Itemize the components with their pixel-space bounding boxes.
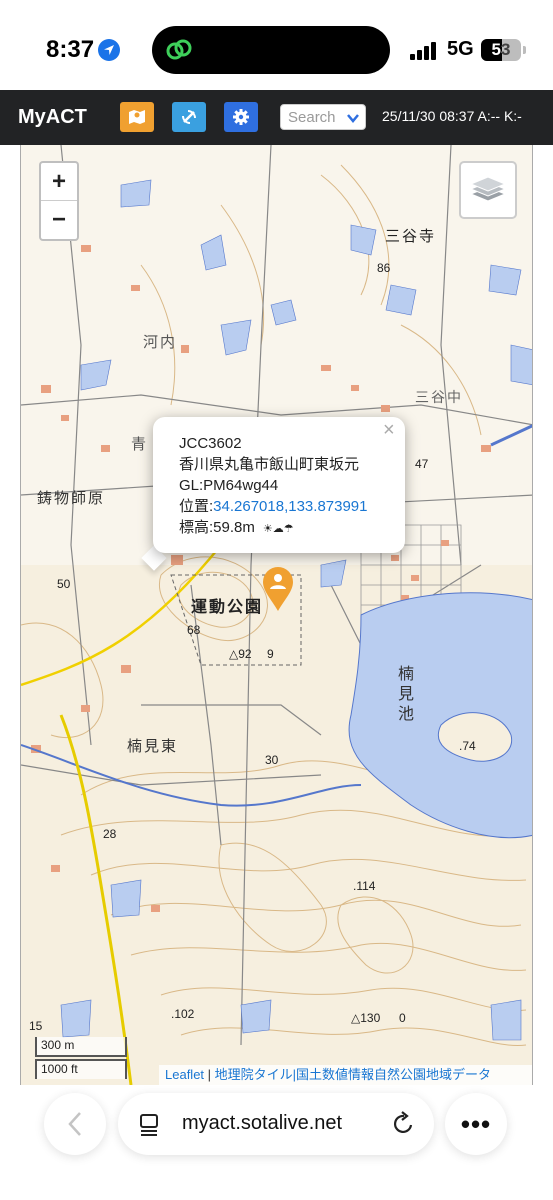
- battery-icon: 53: [481, 39, 521, 61]
- map-label: 47: [415, 457, 429, 471]
- leaflet-link[interactable]: Leaflet: [165, 1067, 204, 1082]
- popup-position-row: 位置:34.267018,133.873991: [179, 496, 368, 517]
- header-status-text: 25/11/30 08:37 A:-- K:-: [382, 108, 522, 124]
- search-select[interactable]: Search: [280, 104, 366, 130]
- map-view[interactable]: 三谷寺 86 河内 三谷中 47 青 鋳物師原 50 運動公園 68 △92 9…: [20, 145, 533, 1085]
- location-arrow-icon: [98, 39, 120, 61]
- battery-cap: [523, 46, 526, 54]
- map-label: △92: [229, 647, 252, 661]
- popup-elevation-row: 標高:59.8m ☀☁☂: [179, 517, 368, 540]
- scale-imperial: 1000 ft: [35, 1059, 127, 1079]
- map-label: 青: [131, 436, 147, 453]
- map-button[interactable]: [120, 102, 154, 132]
- popup-reference: JCC3602: [179, 435, 242, 452]
- map-label: 0: [399, 1011, 406, 1025]
- map-label: .114: [353, 879, 376, 893]
- zoom-level: 15: [29, 1019, 43, 1033]
- dynamic-island: [152, 26, 390, 74]
- map-label: 30: [265, 753, 279, 767]
- layers-icon: [469, 176, 507, 202]
- broadcast-icon: [182, 110, 196, 124]
- map-label: 28: [103, 827, 117, 841]
- map-label: 86: [377, 261, 391, 275]
- popup-address: 香川県丸亀市飯山町東坂元: [179, 456, 360, 473]
- map-label: 楠見東: [127, 738, 179, 755]
- link-icon: [166, 39, 192, 60]
- map-label: 9: [267, 647, 274, 661]
- popup-position-link[interactable]: 34.267018,133.873991: [213, 498, 367, 515]
- map-label: 運動公園: [191, 599, 264, 616]
- map-attribution: Leaflet | 地理院タイル|国土数値情報自然公園地域データ: [159, 1065, 532, 1085]
- gear-icon: [233, 109, 249, 125]
- zoom-control: + −: [39, 161, 79, 241]
- map-label: .102: [171, 1007, 195, 1021]
- zoom-out-button[interactable]: −: [41, 201, 77, 239]
- popup-elevation: 標高:59.8m: [179, 519, 255, 536]
- url-text[interactable]: myact.sotalive.net: [182, 1112, 342, 1135]
- weather-icon[interactable]: ☀☁☂: [263, 523, 294, 535]
- tile-source-link[interactable]: 地理院タイル|国土数値情報自然公園地域データ: [215, 1067, 491, 1082]
- attribution-separator: |: [204, 1067, 215, 1082]
- map-label: 楠見池: [395, 665, 412, 725]
- map-label: △130: [351, 1011, 381, 1025]
- page-menu-icon[interactable]: [138, 1112, 160, 1138]
- map-label: 68: [187, 623, 201, 637]
- sync-button[interactable]: [172, 102, 206, 132]
- map-label: .74: [459, 739, 476, 753]
- search-placeholder: Search: [288, 109, 336, 126]
- layers-button[interactable]: [459, 161, 517, 219]
- reload-icon[interactable]: [392, 1111, 416, 1137]
- map-label: 50: [57, 577, 71, 591]
- app-title: MyACT: [18, 106, 87, 128]
- location-marker-icon[interactable]: [261, 565, 295, 613]
- network-type: 5G: [447, 38, 474, 60]
- status-bar: 8:37 5G 53: [0, 0, 553, 90]
- popup-content: JCC3602 香川県丸亀市飯山町東坂元 GL:PM64wg44 位置:34.2…: [179, 433, 368, 540]
- back-button[interactable]: [44, 1093, 106, 1155]
- map-label: 三谷寺: [385, 228, 437, 245]
- chevron-left-icon: [68, 1112, 81, 1136]
- popup-gridlocator: GL:PM64wg44: [179, 477, 279, 494]
- map-label: 鋳物師原: [37, 490, 106, 507]
- battery-level: 53: [491, 40, 511, 59]
- popup-position-label: 位置:: [179, 498, 214, 515]
- more-options-button[interactable]: •••: [445, 1093, 507, 1155]
- topographic-map-tiles: [21, 145, 532, 1085]
- cellular-signal-icon: [410, 40, 438, 60]
- zoom-in-button[interactable]: +: [41, 163, 77, 201]
- map-label: 河内: [143, 334, 178, 351]
- chevron-down-icon: [347, 114, 359, 123]
- map-icon: [129, 110, 145, 124]
- scale-metric: 300 m: [35, 1037, 127, 1057]
- map-label: 三谷中: [415, 389, 463, 405]
- settings-button[interactable]: [224, 102, 258, 132]
- popup-close-button[interactable]: ×: [383, 419, 395, 442]
- status-time: 8:37: [46, 36, 95, 63]
